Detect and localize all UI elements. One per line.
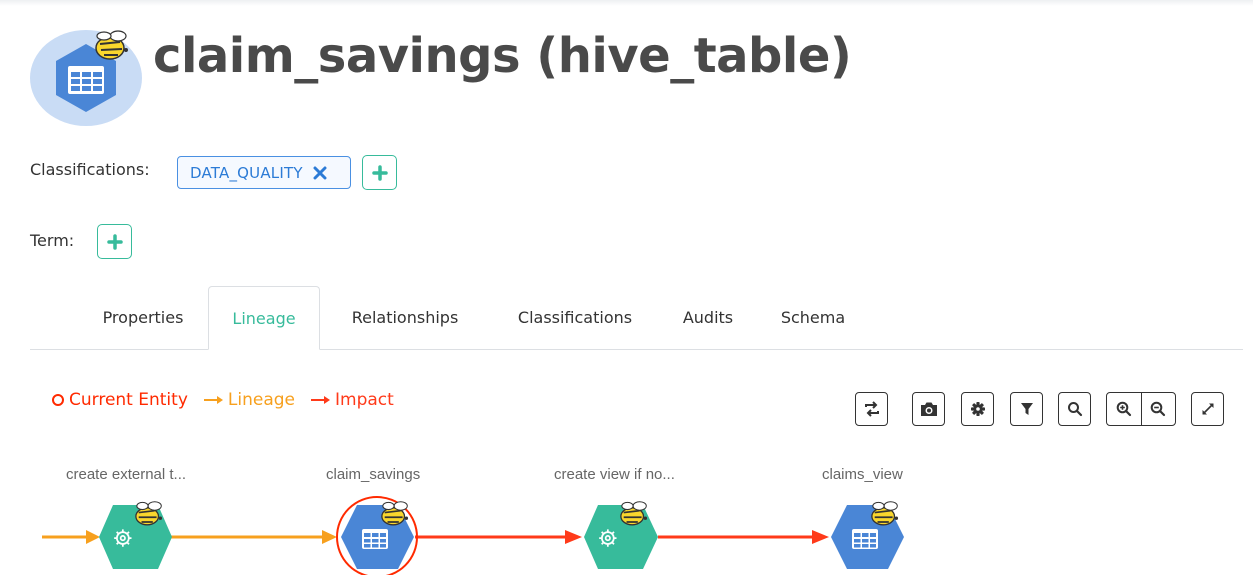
zoom-controls (1106, 392, 1176, 426)
tab-relationships[interactable]: Relationships (330, 286, 480, 349)
page-title: claim_savings (hive_table) (153, 28, 852, 84)
impact-edge (415, 530, 582, 544)
lineage-node-label: create external t... (66, 466, 187, 483)
classifications-label: Classifications: (30, 160, 150, 179)
lineage-node-label: claim_savings (326, 466, 421, 483)
lineage-node-current[interactable] (336, 496, 418, 575)
zoom-out-icon (1150, 401, 1166, 417)
plus-icon (106, 233, 123, 250)
lineage-graph[interactable] (0, 490, 1253, 575)
classification-tag-label: DATA_QUALITY (190, 163, 303, 182)
add-term-button[interactable] (97, 224, 132, 259)
circle-icon (52, 394, 64, 406)
tab-lineage[interactable]: Lineage (208, 286, 320, 350)
zoom-in-button[interactable] (1107, 393, 1141, 425)
tab-schema[interactable]: Schema (770, 286, 856, 349)
legend-lineage: Lineage (203, 390, 295, 410)
table-icon (852, 529, 878, 549)
arrow-right-icon (203, 396, 223, 404)
filter-icon (1020, 403, 1033, 415)
tab-audits[interactable]: Audits (670, 286, 746, 349)
realign-icon (864, 401, 879, 417)
lineage-legend: Current Entity Lineage Impact (52, 390, 410, 410)
legend-current-entity: Current Entity (52, 390, 188, 410)
lineage-edge (170, 530, 337, 544)
camera-icon (920, 402, 937, 416)
zoom-out-button[interactable] (1140, 393, 1176, 425)
lineage-node-process[interactable] (584, 500, 658, 569)
top-divider (0, 0, 1253, 6)
search-icon (1067, 402, 1082, 417)
table-icon (362, 529, 388, 549)
lineage-node-label: claims_view (822, 466, 903, 483)
export-image-button[interactable] (912, 392, 945, 426)
gear-icon (970, 402, 985, 416)
impact-edge (658, 530, 829, 544)
detail-tabs: Properties Lineage Relationships Classif… (30, 286, 1243, 350)
lineage-node-process[interactable] (99, 500, 172, 569)
realign-button[interactable] (855, 392, 888, 426)
hive-table-icon (30, 30, 142, 126)
fullscreen-button[interactable] (1191, 392, 1224, 426)
zoom-in-icon (1116, 401, 1131, 417)
plus-icon (371, 164, 388, 181)
tab-classifications[interactable]: Classifications (500, 286, 650, 349)
classification-tag[interactable]: DATA_QUALITY (177, 156, 351, 189)
lineage-node-table[interactable] (831, 500, 904, 569)
arrow-right-icon (311, 396, 330, 404)
tab-properties[interactable]: Properties (78, 286, 208, 349)
lineage-node-label: create view if no... (554, 466, 675, 483)
filter-button[interactable] (1010, 392, 1043, 426)
search-button[interactable] (1058, 392, 1091, 426)
fullscreen-icon (1201, 403, 1214, 415)
add-classification-button[interactable] (362, 155, 397, 190)
settings-button[interactable] (961, 392, 994, 426)
term-label: Term: (30, 231, 75, 250)
legend-impact: Impact (311, 390, 394, 410)
lineage-edge (42, 530, 100, 544)
close-icon[interactable] (313, 166, 327, 180)
